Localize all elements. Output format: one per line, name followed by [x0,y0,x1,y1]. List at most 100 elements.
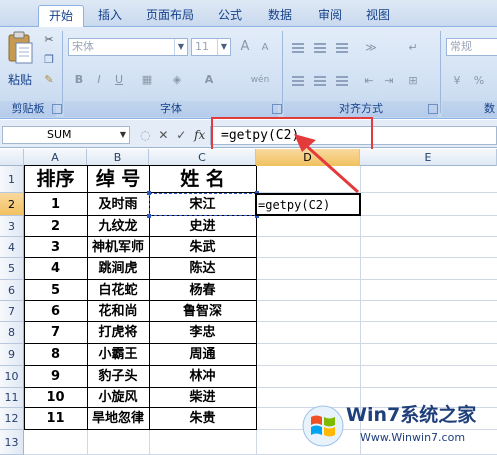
column-header-c[interactable]: C [149,149,256,166]
table-cell[interactable]: 9 [24,366,87,388]
italic-button[interactable]: I [90,71,108,89]
table-cell[interactable]: 陈达 [149,258,256,280]
table-cell[interactable]: 周通 [149,344,256,366]
tab-formulas[interactable]: 公式 [212,5,248,27]
enter-formula-icon[interactable]: ✓ [176,128,186,142]
tab-review[interactable]: 审阅 [312,5,348,27]
chevron-down-icon: ▼ [174,39,187,55]
clipboard-dialog-launcher-icon[interactable] [52,104,62,114]
table-cell[interactable]: 朱贵 [149,408,256,430]
currency-icon[interactable]: ¥ [448,72,466,90]
percent-icon[interactable]: % [470,72,488,90]
row-header-1[interactable]: 1 [0,166,24,193]
header-cell[interactable]: 绰 号 [87,166,149,193]
table-cell[interactable]: 朱武 [149,237,256,258]
table-cell[interactable]: 鲁智深 [149,301,256,322]
table-cell[interactable]: 3 [24,237,87,258]
table-cell[interactable]: 豹子头 [87,366,149,388]
row-header-11[interactable]: 11 [0,388,24,408]
cancel-formula-icon[interactable]: ✕ [158,128,168,142]
orientation-icon[interactable]: ≫ [362,39,380,57]
row-header-12[interactable]: 12 [0,408,24,430]
align-bottom-icon[interactable] [334,41,350,55]
cut-icon[interactable]: ✂ [40,31,58,49]
select-all-corner[interactable] [0,149,24,166]
merge-center-icon[interactable]: ⊞ [404,72,422,90]
column-header-a[interactable]: A [24,149,87,166]
row-header-8[interactable]: 8 [0,322,24,344]
table-cell[interactable]: 林冲 [149,366,256,388]
font-name-combo[interactable]: 宋体 ▼ [68,38,188,56]
column-header-e[interactable]: E [360,149,497,166]
font-color-icon[interactable]: A [200,71,218,89]
align-left-icon[interactable] [290,74,306,88]
table-cell[interactable]: 1 [24,193,87,216]
insert-function-icon[interactable]: fx [194,128,205,142]
table-cell[interactable]: 8 [24,344,87,366]
table-cell[interactable]: 4 [24,258,87,280]
fill-color-icon[interactable]: ◈ [168,71,186,89]
copy-icon[interactable]: ❐ [40,51,58,69]
chevron-down-icon: ▼ [217,39,230,55]
row-header-6[interactable]: 6 [0,280,24,301]
table-cell[interactable]: 跳涧虎 [87,258,149,280]
row-header-5[interactable]: 5 [0,258,24,280]
table-cell[interactable]: 11 [24,408,87,430]
grow-font-button[interactable]: A [236,38,254,56]
table-cell[interactable]: 小旋风 [87,388,149,408]
group-separator [440,31,441,113]
row-header-2[interactable]: 2 [0,193,24,216]
range-handle [147,191,151,195]
table-cell[interactable]: 2 [24,216,87,237]
tab-data[interactable]: 数据 [260,5,300,27]
header-cell[interactable]: 排序 [24,166,87,193]
tab-view[interactable]: 视图 [360,5,396,27]
decrease-indent-icon[interactable]: ⇤ [360,72,378,90]
table-cell[interactable]: 打虎将 [87,322,149,344]
column-header-b[interactable]: B [87,149,149,166]
row-header-10[interactable]: 10 [0,366,24,388]
table-cell[interactable]: 7 [24,322,87,344]
align-top-icon[interactable] [290,41,306,55]
row-header-9[interactable]: 9 [0,344,24,366]
table-cell[interactable]: 旱地忽律 [87,408,149,430]
table-cell[interactable]: 神机军师 [87,237,149,258]
table-cell[interactable]: 小霸王 [87,344,149,366]
row-header-7[interactable]: 7 [0,301,24,322]
increase-indent-icon[interactable]: ⇥ [380,72,398,90]
table-cell[interactable]: 杨春 [149,280,256,301]
row-header-13[interactable]: 13 [0,430,24,455]
align-middle-icon[interactable] [312,41,328,55]
table-cell[interactable]: 10 [24,388,87,408]
table-cell[interactable]: 史进 [149,216,256,237]
name-box[interactable]: SUM ▼ [2,126,130,144]
font-size-combo[interactable]: 11 ▼ [191,38,231,56]
underline-button[interactable]: U [110,71,128,89]
align-center-icon[interactable] [312,74,328,88]
tab-home[interactable]: 开始 [38,5,84,28]
tab-page-layout[interactable]: 页面布局 [140,5,200,27]
table-cell[interactable]: 花和尚 [87,301,149,322]
table-cell[interactable]: 李忠 [149,322,256,344]
table-cell[interactable]: 白花蛇 [87,280,149,301]
table-cell[interactable]: 柴进 [149,388,256,408]
wrap-text-icon[interactable]: ↵ [404,39,422,57]
paste-button[interactable]: 粘贴 [4,31,36,89]
font-dialog-launcher-icon[interactable] [272,104,282,114]
number-format-combo[interactable]: 常规 [446,38,497,56]
table-cell[interactable]: 九纹龙 [87,216,149,237]
row-header-3[interactable]: 3 [0,216,24,237]
row-header-4[interactable]: 4 [0,237,24,258]
align-right-icon[interactable] [334,74,350,88]
table-cell[interactable]: 6 [24,301,87,322]
alignment-dialog-launcher-icon[interactable] [428,104,438,114]
border-icon[interactable]: ▦ [138,71,156,89]
format-painter-icon[interactable]: ✎ [40,71,58,89]
phonetic-button[interactable]: wén [246,71,274,89]
tab-insert[interactable]: 插入 [92,5,128,27]
bold-button[interactable]: B [70,71,88,89]
shrink-font-button[interactable]: A [256,39,274,57]
header-cell[interactable]: 姓 名 [149,166,256,193]
table-cell[interactable]: 5 [24,280,87,301]
table-cell[interactable]: 及时雨 [87,193,149,216]
